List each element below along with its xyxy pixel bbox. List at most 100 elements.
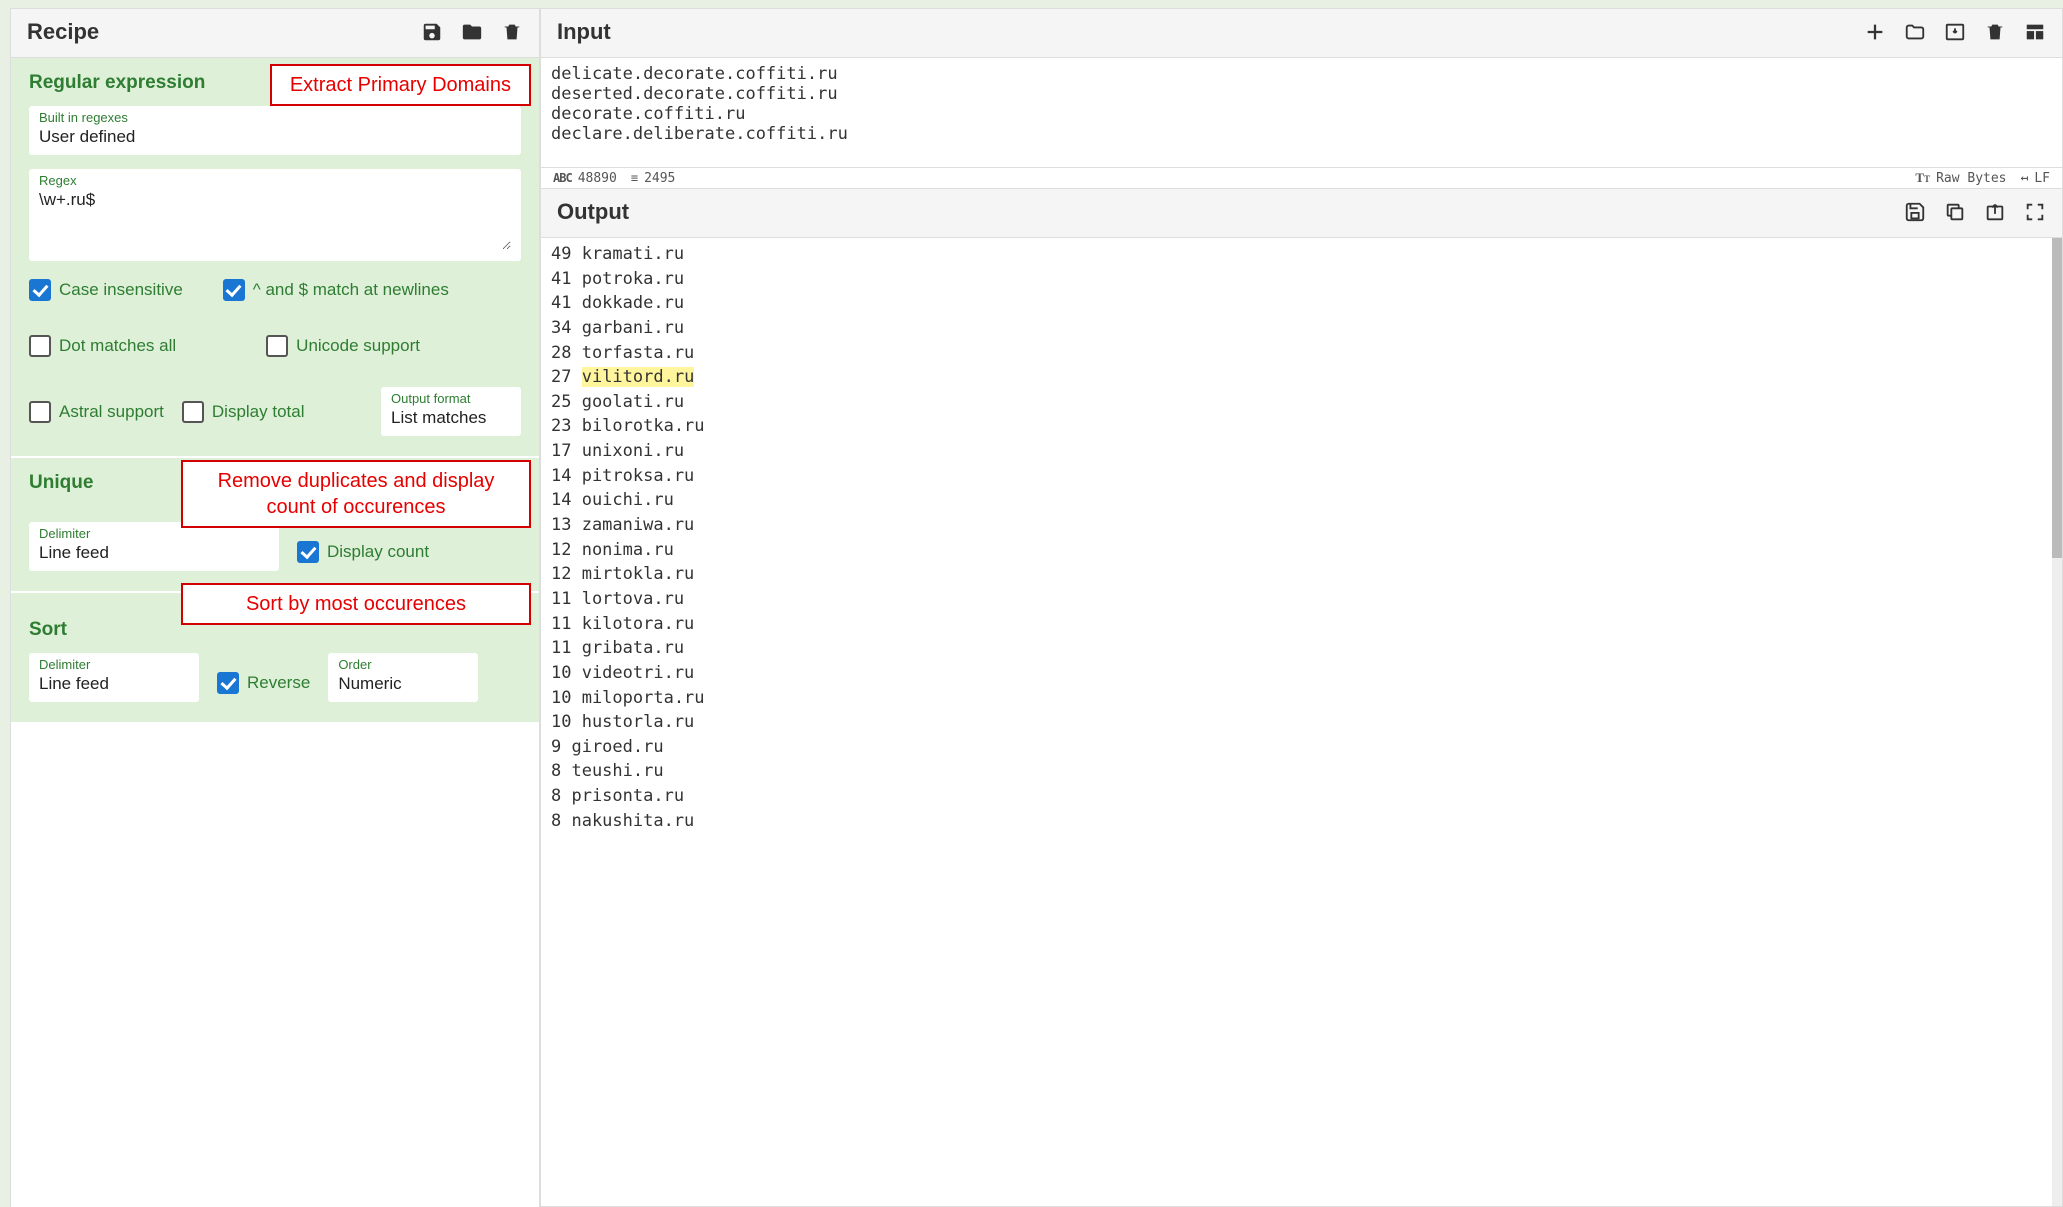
field-label: Order — [338, 657, 468, 672]
save-icon[interactable] — [1904, 201, 1926, 223]
chk-reverse[interactable]: Reverse — [217, 672, 310, 694]
output-line: 10 hustorla.ru — [551, 710, 2052, 735]
char-count: ABC48890 — [553, 171, 617, 186]
output-line: 12 mirtokla.ru — [551, 562, 2052, 587]
chk-display-total[interactable]: Display total — [182, 401, 305, 423]
chk-label: Reverse — [247, 673, 310, 693]
field-value: User defined — [39, 127, 511, 147]
output-line: 27 vilitord.ru — [551, 365, 2052, 390]
output-line: 9 giroed.ru — [551, 735, 2052, 760]
checkbox-icon — [182, 401, 204, 423]
encoding-toggle[interactable]: TTRaw Bytes — [1915, 170, 2006, 186]
checkbox-icon — [217, 672, 239, 694]
op-sort: Sort by most occurences Sort Delimiter L… — [11, 593, 539, 724]
output-line: 41 potroka.ru — [551, 267, 2052, 292]
output-format-field[interactable]: Output format List matches — [381, 387, 521, 436]
output-line: 13 zamaniwa.ru — [551, 513, 2052, 538]
input-status-bar: ABC48890 ≡2495 TTRaw Bytes ↤LF — [540, 168, 2063, 189]
output-line: 11 lortova.ru — [551, 587, 2052, 612]
output-line: 34 garbani.ru — [551, 316, 2052, 341]
output-line: 17 unixoni.ru — [551, 439, 2052, 464]
output-line: 14 ouichi.ru — [551, 488, 2052, 513]
op-regular-expression: Regular expression Extract Primary Domai… — [11, 58, 539, 458]
trash-icon[interactable] — [501, 21, 523, 43]
chk-newlines[interactable]: ^ and $ match at newlines — [223, 279, 449, 301]
field-label: Regex — [39, 173, 511, 188]
chk-label: Display count — [327, 542, 429, 562]
chk-unicode-support[interactable]: Unicode support — [266, 335, 420, 357]
chk-case-insensitive[interactable]: Case insensitive — [29, 279, 183, 301]
field-value: Numeric — [338, 674, 468, 694]
field-value: Line feed — [39, 674, 189, 694]
chk-label: Unicode support — [296, 336, 420, 356]
line-count: ≡2495 — [631, 171, 676, 186]
chk-display-count[interactable]: Display count — [297, 541, 429, 563]
maximize-icon[interactable] — [2024, 201, 2046, 223]
recipe-body: Regular expression Extract Primary Domai… — [10, 58, 540, 1207]
output-line: 11 kilotora.ru — [551, 612, 2052, 637]
checkbox-icon — [297, 541, 319, 563]
input-textarea[interactable]: delicate.decorate.coffiti.ru deserted.de… — [540, 58, 2063, 168]
layout-icon[interactable] — [2024, 21, 2046, 43]
output-line: 41 dokkade.ru — [551, 291, 2052, 316]
chk-label: Display total — [212, 402, 305, 422]
plus-icon[interactable] — [1864, 21, 1886, 43]
output-line: 28 torfasta.ru — [551, 341, 2052, 366]
chk-astral-support[interactable]: Astral support — [29, 401, 164, 423]
output-line: 8 prisonta.ru — [551, 784, 2052, 809]
output-line: 10 miloporta.ru — [551, 686, 2052, 711]
folder-icon[interactable] — [461, 21, 483, 43]
import-icon[interactable] — [1944, 21, 1966, 43]
scrollbar-thumb[interactable] — [2052, 238, 2062, 558]
chk-dot-matches-all[interactable]: Dot matches all — [29, 335, 176, 357]
field-label: Output format — [391, 391, 511, 406]
output-line: 49 kramati.ru — [551, 242, 2052, 267]
recipe-title: Recipe — [27, 19, 99, 45]
status-value: Raw Bytes — [1936, 171, 2006, 186]
output-title: Output — [557, 199, 629, 225]
input-title: Input — [557, 19, 611, 45]
chk-label: Case insensitive — [59, 280, 183, 300]
output-line: 10 videotri.ru — [551, 661, 2052, 686]
builtin-regex-field[interactable]: Built in regexes User defined — [29, 106, 521, 155]
checkbox-icon — [29, 401, 51, 423]
status-value: 48890 — [578, 171, 617, 186]
annotation-unique: Remove duplicates and display count of o… — [181, 460, 531, 528]
field-label: Delimiter — [39, 657, 189, 672]
output-line: 11 gribata.ru — [551, 636, 2052, 661]
checkbox-icon — [223, 279, 245, 301]
checkbox-icon — [29, 279, 51, 301]
field-label: Built in regexes — [39, 110, 511, 125]
unique-delimiter-field[interactable]: Delimiter Line feed — [29, 522, 279, 571]
regex-textarea[interactable] — [39, 190, 511, 250]
checkbox-icon — [266, 335, 288, 357]
chk-label: Astral support — [59, 402, 164, 422]
export-icon[interactable] — [1984, 201, 2006, 223]
trash-icon[interactable] — [1984, 21, 2006, 43]
status-value: 2495 — [644, 171, 675, 186]
chk-label: ^ and $ match at newlines — [253, 280, 449, 300]
regex-field[interactable]: Regex — [29, 169, 521, 261]
op-unique: Unique Remove duplicates and display cou… — [11, 458, 539, 593]
save-icon[interactable] — [421, 21, 443, 43]
input-header: Input — [540, 8, 2063, 58]
folder-open-icon[interactable] — [1904, 21, 1926, 43]
output-line: 14 pitroksa.ru — [551, 464, 2052, 489]
output-line: 25 goolati.ru — [551, 390, 2052, 415]
output-line: 12 nonima.ru — [551, 538, 2052, 563]
field-value: List matches — [391, 408, 511, 428]
eol-toggle[interactable]: ↤LF — [2021, 171, 2050, 186]
output-header: Output — [540, 189, 2063, 238]
checkbox-icon — [29, 335, 51, 357]
recipe-header: Recipe — [10, 8, 540, 58]
status-value: LF — [2034, 171, 2050, 186]
annotation-sort: Sort by most occurences — [181, 583, 531, 625]
field-label: Delimiter — [39, 526, 269, 541]
copy-icon[interactable] — [1944, 201, 1966, 223]
output-line: 8 nakushita.ru — [551, 809, 2052, 834]
output-line: 8 teushi.ru — [551, 759, 2052, 784]
sort-delimiter-field[interactable]: Delimiter Line feed — [29, 653, 199, 702]
output-line: 23 bilorotka.ru — [551, 414, 2052, 439]
sort-order-field[interactable]: Order Numeric — [328, 653, 478, 702]
output-area[interactable]: 49 kramati.ru41 potroka.ru41 dokkade.ru3… — [540, 238, 2063, 1207]
